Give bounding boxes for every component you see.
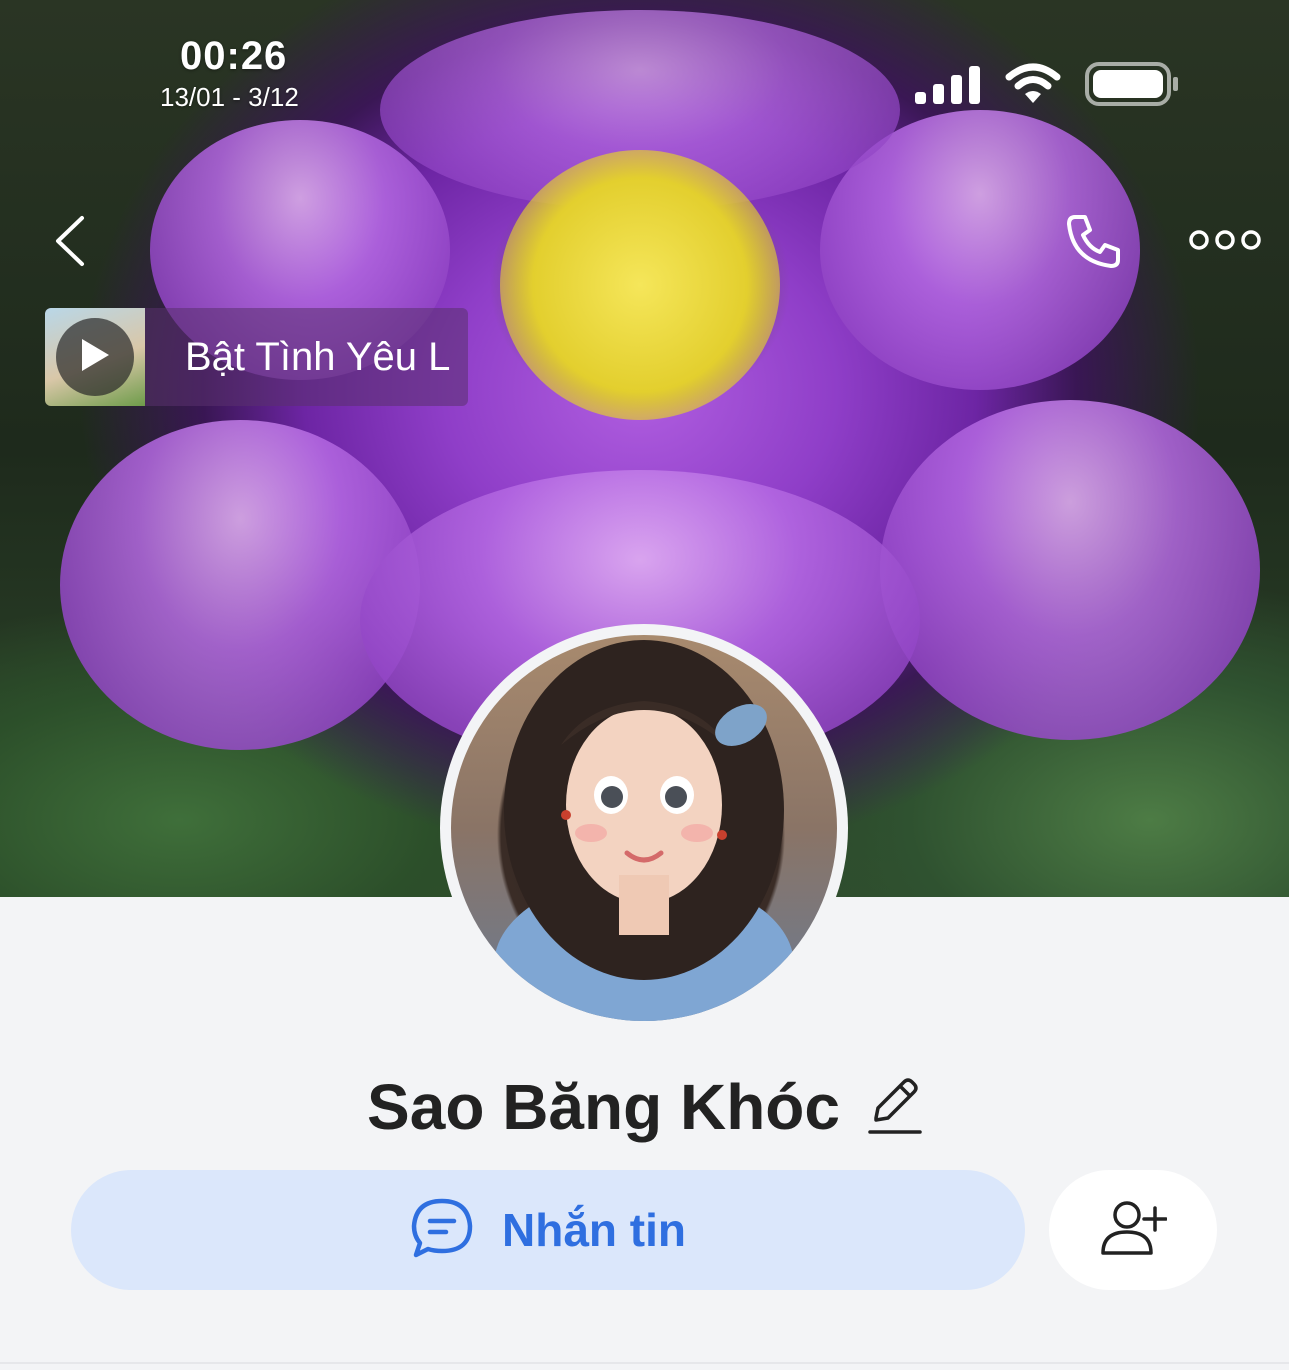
more-button[interactable] [1180,220,1270,264]
music-widget[interactable]: Bật Tình Yêu L [45,308,468,406]
more-dots-icon [1189,228,1261,257]
battery-icon [1085,61,1179,111]
profile-name-row: Sao Băng Khóc [0,1070,1289,1144]
music-thumbnail [45,308,145,406]
call-button[interactable] [1058,210,1128,276]
cellular-signal-icon [915,64,981,109]
back-button[interactable] [40,210,100,276]
message-button[interactable]: Nhắn tin [71,1170,1025,1290]
phone-icon [1063,211,1123,276]
divider [0,1362,1289,1364]
message-button-label: Nhắn tin [502,1204,686,1256]
status-time: 00:26 [180,34,288,78]
add-friend-button[interactable] [1049,1170,1217,1290]
pencil-icon[interactable] [868,1074,922,1141]
profile-name: Sao Băng Khóc [367,1071,840,1143]
add-friend-icon [1099,1198,1168,1263]
music-title: Bật Tình Yêu L [185,334,451,379]
avatar[interactable] [451,635,837,1021]
cover-petal [60,420,420,750]
wifi-icon [1005,63,1061,110]
play-button[interactable] [56,318,134,396]
chat-bubble-icon [410,1197,474,1264]
avatar-ring [440,624,848,1032]
cover-petal [880,400,1260,740]
chevron-left-icon [52,214,88,273]
flower-center [500,150,780,420]
status-date: 13/01 - 3/12 [160,82,299,112]
status-icons [915,61,1179,111]
play-icon [78,336,112,379]
